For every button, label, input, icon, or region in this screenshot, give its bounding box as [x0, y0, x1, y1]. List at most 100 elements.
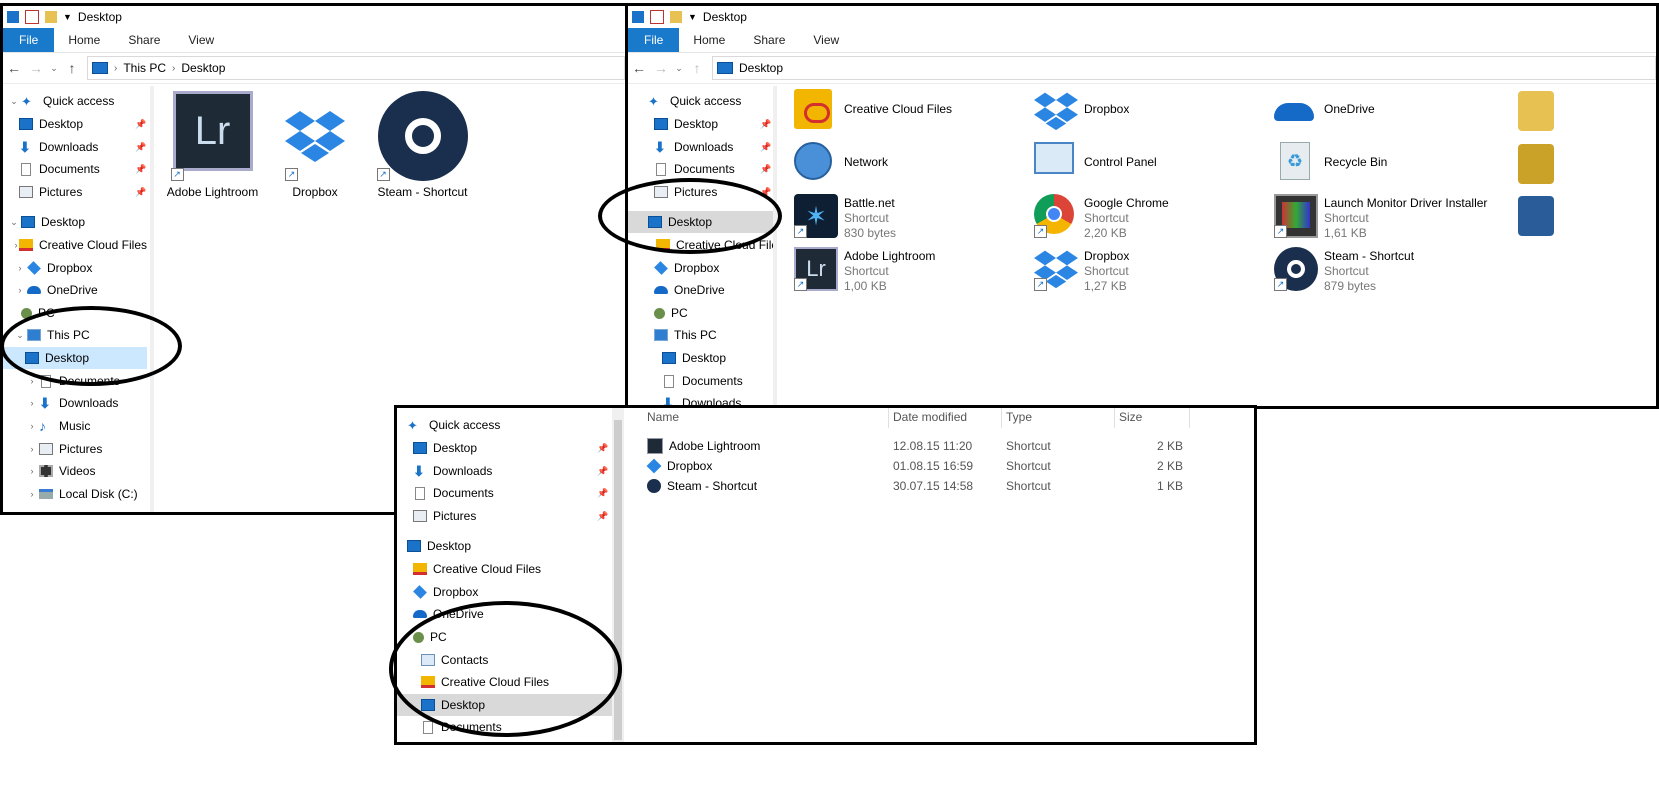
desktop-tile[interactable]: ↗ Dropbox Shortcut 1,27 KB	[1034, 247, 1129, 294]
cell-name[interactable]: Steam - Shortcut	[647, 476, 757, 496]
nav-item-contacts[interactable]: Contacts	[397, 649, 612, 671]
nav-item-documents[interactable]: Documents	[628, 370, 773, 392]
nav-item-this-pc[interactable]: This PC	[628, 324, 773, 346]
nav-item-documents[interactable]: Documents 📌	[628, 158, 773, 180]
column-header-size[interactable]: Size	[1119, 410, 1142, 424]
chevron-right-icon[interactable]: ›	[25, 489, 39, 499]
properties-icon[interactable]	[650, 10, 664, 24]
chevron-right-icon[interactable]: ›	[25, 444, 39, 454]
chevron-down-icon[interactable]: ⌄	[7, 96, 21, 107]
desktop-item[interactable]: Lr ↗ Adobe Lightroom	[165, 91, 260, 200]
navigation-scrollbar[interactable]	[773, 86, 777, 406]
desktop-item[interactable]: ↗ Dropbox	[265, 91, 365, 200]
nav-item-desktop[interactable]: Desktop	[628, 347, 773, 369]
nav-item-documents[interactable]: › Documents	[3, 370, 147, 392]
desktop-tile[interactable]: Dropbox	[1034, 89, 1129, 133]
forward-arrow-icon[interactable]: →	[25, 60, 47, 76]
column-divider[interactable]	[888, 408, 889, 428]
chevron-down-icon[interactable]: ⌄	[13, 330, 27, 341]
chevron-right-icon[interactable]: ›	[25, 466, 39, 476]
nav-item-creative-cloud-files[interactable]: › Creative Cloud Files	[3, 234, 147, 256]
desktop-tile[interactable]: ↗ Launch Monitor Driver Installer Shortcut…	[1274, 194, 1487, 241]
nav-item-pictures[interactable]: Pictures 📌	[397, 505, 612, 527]
nav-item-desktop[interactable]: Desktop	[397, 694, 612, 716]
nav-item-pictures[interactable]: Pictures 📌	[3, 181, 147, 203]
cell-name[interactable]: Dropbox	[646, 456, 712, 476]
nav-item-onedrive[interactable]: OneDrive	[628, 279, 773, 301]
desktop-item[interactable]: ↗ Steam - Shortcut	[370, 91, 475, 200]
column-divider[interactable]	[1001, 408, 1002, 428]
nav-item-pc[interactable]: PC	[3, 302, 147, 324]
navigation-scrollbar[interactable]	[612, 408, 624, 742]
nav-item-pictures[interactable]: › Pictures	[3, 438, 147, 460]
tab-file[interactable]: File	[3, 28, 55, 52]
nav-item-onedrive[interactable]: OneDrive	[397, 603, 612, 625]
nav-item-quick-access[interactable]: ✦ Quick access	[628, 90, 773, 112]
tab-share[interactable]: Share	[739, 28, 799, 52]
nav-item-creative-cloud-files[interactable]: Creative Cloud Files	[397, 558, 612, 580]
user-folder-icon[interactable]	[1518, 91, 1554, 131]
tab-home[interactable]: Home	[54, 28, 114, 52]
nav-item-downloads[interactable]: ⬇ Downloads 📌	[397, 460, 612, 482]
nav-item-dropbox[interactable]: Dropbox	[628, 257, 773, 279]
nav-item-desktop[interactable]: Desktop 📌	[397, 437, 612, 459]
desktop-tile[interactable]: ✶ ↗ Battle.net Shortcut 830 bytes	[794, 194, 896, 241]
desktop-tile[interactable]: Creative Cloud Files	[794, 89, 952, 133]
nav-item-pc[interactable]: PC	[628, 302, 773, 324]
back-arrow-icon[interactable]: ←	[628, 60, 650, 76]
breadcrumb-desktop[interactable]: Desktop	[181, 61, 225, 75]
nav-item-desktop[interactable]: ⌄ Desktop	[3, 211, 147, 233]
nav-item-documents[interactable]: Documents 📌	[3, 158, 147, 180]
column-divider[interactable]	[1114, 408, 1115, 428]
chevron-down-icon[interactable]: ⌄	[7, 217, 21, 228]
nav-item-videos[interactable]: › Videos	[3, 460, 147, 482]
desktop-tile[interactable]: ↗ Google Chrome Shortcut 2,20 KB	[1034, 194, 1169, 241]
back-arrow-icon[interactable]: ←	[3, 60, 25, 76]
nav-item-documents[interactable]: Documents	[397, 716, 612, 738]
breadcrumb-this-pc[interactable]: This PC	[123, 61, 166, 75]
up-arrow-icon[interactable]: ↑	[61, 60, 83, 76]
nav-item-desktop[interactable]: Desktop	[628, 211, 773, 233]
navigation-scrollbar[interactable]	[150, 86, 154, 512]
nav-item-creative-cloud-files[interactable]: Creative Cloud Files	[628, 234, 773, 256]
nav-item-desktop[interactable]: Desktop	[3, 347, 147, 369]
nav-item-dropbox[interactable]: › Dropbox	[3, 257, 147, 279]
customize-toolbar-icon[interactable]: ▼	[688, 12, 697, 22]
forward-arrow-icon[interactable]: →	[650, 60, 672, 76]
nav-item-desktop[interactable]: Desktop 📌	[3, 113, 147, 135]
nav-item-pictures[interactable]: Pictures 📌	[628, 181, 773, 203]
nav-item-documents[interactable]: Documents 📌	[397, 482, 612, 504]
breadcrumb-desktop[interactable]: Desktop	[739, 61, 783, 75]
chevron-right-icon[interactable]: ›	[13, 263, 27, 273]
recent-locations-chevron-icon[interactable]: ⌄	[672, 63, 686, 74]
recent-locations-chevron-icon[interactable]: ⌄	[47, 63, 61, 74]
nav-item-dropbox[interactable]: Dropbox	[397, 581, 612, 603]
up-arrow-icon[interactable]: ↑	[686, 60, 708, 76]
new-folder-icon[interactable]	[670, 11, 682, 23]
nav-item-downloads[interactable]: › ⬇ Downloads	[3, 392, 147, 414]
chevron-right-icon[interactable]: ›	[25, 376, 39, 386]
gold-pot-icon[interactable]	[1518, 144, 1554, 184]
nav-item-downloads[interactable]: ⬇ Downloads 📌	[3, 136, 147, 158]
desktop-tile[interactable]: OneDrive	[1274, 89, 1375, 133]
customize-toolbar-icon[interactable]: ▼	[63, 12, 72, 22]
address-bar[interactable]: Desktop	[712, 56, 1656, 80]
scrollbar-thumb[interactable]	[614, 420, 622, 740]
chevron-right-icon[interactable]: ›	[25, 421, 39, 431]
properties-icon[interactable]	[25, 10, 39, 24]
desktop-tile[interactable]: Network	[794, 142, 888, 186]
nav-item-music[interactable]: › ♪ Music	[3, 415, 147, 437]
column-header-name[interactable]: Name	[647, 410, 679, 424]
column-header-type[interactable]: Type	[1006, 410, 1032, 424]
new-folder-icon[interactable]	[45, 11, 57, 23]
nav-item-creative-cloud-files[interactable]: Creative Cloud Files	[397, 671, 612, 693]
column-header-date-modified[interactable]: Date modified	[893, 410, 967, 424]
desktop-tile[interactable]: ↗ Steam - Shortcut Shortcut 879 bytes	[1274, 247, 1414, 294]
tab-home[interactable]: Home	[679, 28, 739, 52]
nav-item-desktop[interactable]: Desktop 📌	[628, 113, 773, 135]
nav-item-pc[interactable]: PC	[397, 626, 612, 648]
nav-item-quick-access[interactable]: ⌄ ✦ Quick access	[3, 90, 147, 112]
nav-item-this-pc[interactable]: ⌄ This PC	[3, 324, 147, 346]
column-divider[interactable]	[1189, 408, 1190, 428]
chevron-right-icon[interactable]: ›	[13, 285, 27, 295]
